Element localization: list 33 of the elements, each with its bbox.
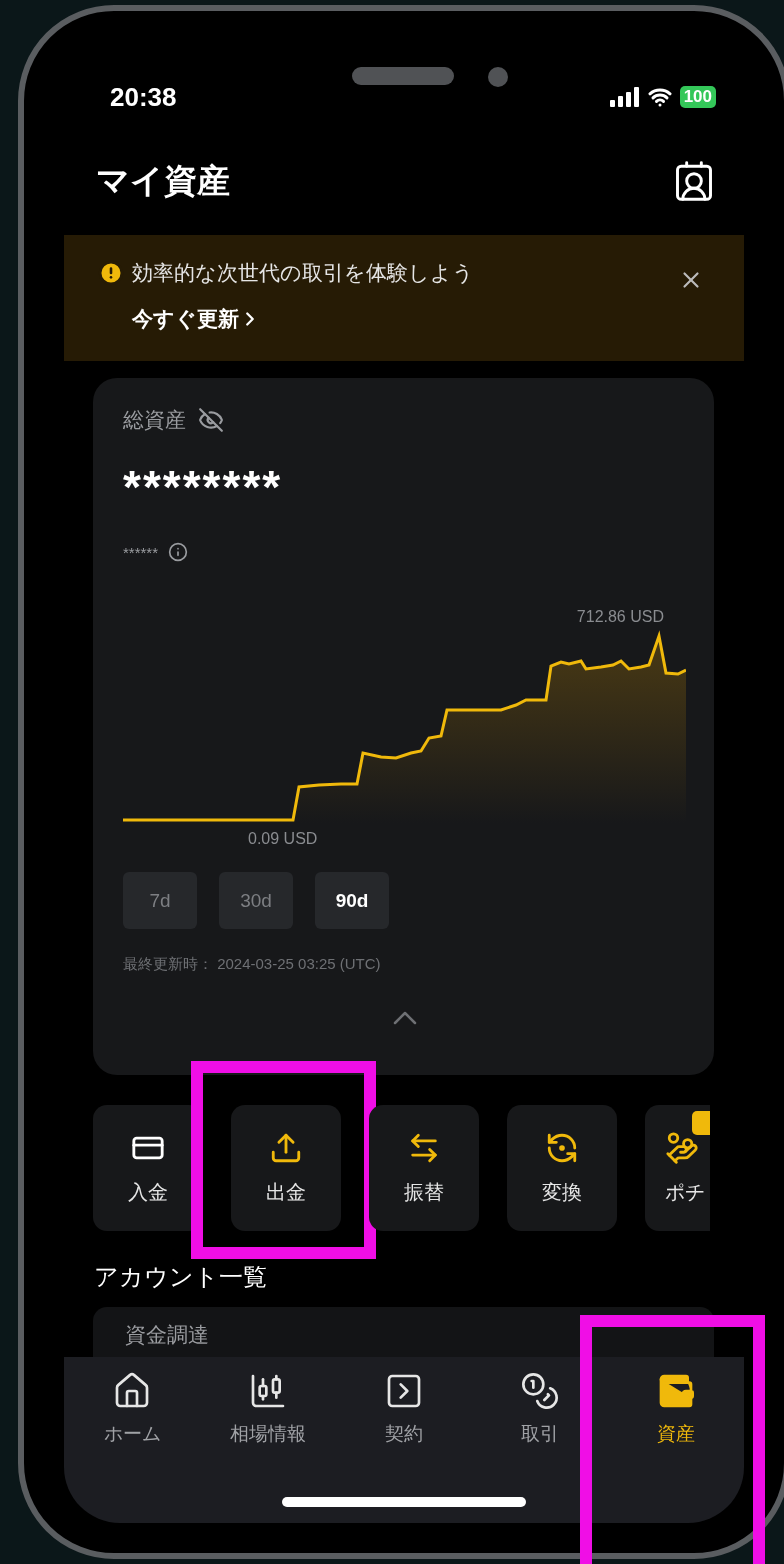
coins-icon <box>520 1371 560 1411</box>
last-updated: 最終更新時： 2024-03-25 03:25 (UTC) <box>123 955 382 974</box>
period-tab[interactable]: 7d <box>123 872 197 929</box>
total-value: ******** <box>123 460 284 514</box>
info-icon[interactable] <box>168 542 189 562</box>
alert-icon <box>98 260 124 286</box>
action-button[interactable]: ポチ <box>645 1105 710 1231</box>
nav-tab[interactable]: 契約 <box>336 1371 472 1459</box>
total-label: 総資産 <box>123 407 186 433</box>
page-title: マイ資産 <box>96 160 230 201</box>
update-link[interactable]: 今すぐ更新 <box>132 305 474 333</box>
period-tab[interactable]: 90d <box>315 872 389 929</box>
min-value-label: 0.09 USD <box>248 830 319 848</box>
action-button[interactable]: 変換 <box>507 1105 617 1231</box>
account-name: 資金調達 <box>125 1323 209 1346</box>
account-card[interactable]: 資金調達 <box>93 1307 714 1359</box>
nav-tab[interactable]: 相場情報 <box>200 1371 336 1459</box>
action-button[interactable]: 振替 <box>369 1105 479 1231</box>
eye-off-icon[interactable] <box>198 407 224 433</box>
section-title: アカウント一覧 <box>94 1262 268 1292</box>
camera-dot <box>488 67 508 87</box>
nav-tab[interactable]: ホーム <box>64 1371 200 1459</box>
period-tab[interactable]: 30d <box>219 872 293 929</box>
battery-indicator: 100 <box>679 86 716 108</box>
sub-value: ****** <box>123 543 159 561</box>
nav-tab[interactable]: 取引 <box>472 1371 608 1459</box>
max-value-label: 712.86 USD <box>576 608 664 626</box>
banner-message: 効率的な次世代の取引を体験しよう <box>132 260 474 286</box>
action-button[interactable]: 出金 <box>231 1105 341 1231</box>
hand-coin-icon <box>665 1130 699 1165</box>
status-time: 20:38 <box>110 81 177 113</box>
nav-tab[interactable]: 資産 <box>608 1371 744 1459</box>
signal-icon <box>609 87 640 107</box>
